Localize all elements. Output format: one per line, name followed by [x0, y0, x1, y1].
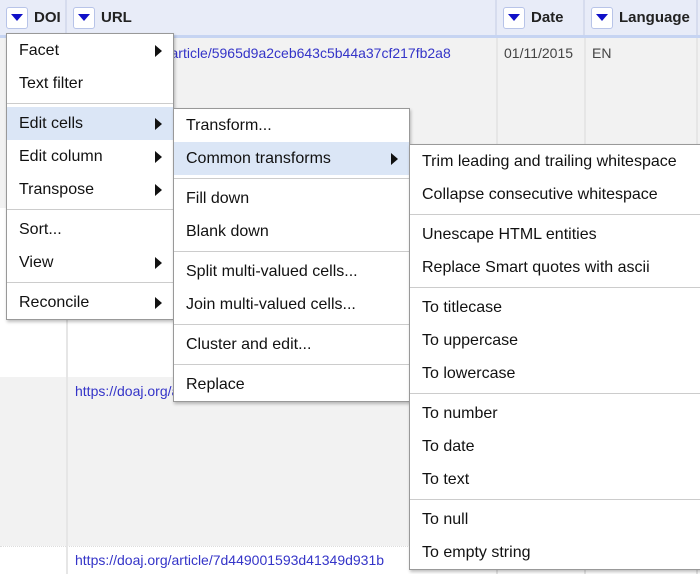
menu-item-label: To empty string — [422, 543, 531, 561]
menu-separator — [410, 214, 700, 215]
menu-item-label: To date — [422, 437, 475, 455]
menu-item-label: To uppercase — [422, 331, 519, 349]
menu-item-text-filter[interactable]: Text filter — [7, 67, 173, 100]
menu-item-edit-cells[interactable]: Edit cells — [7, 107, 173, 140]
column-header-url[interactable]: URL — [67, 0, 497, 35]
menu-item-label: Fill down — [186, 189, 250, 207]
menu-item-label: Unescape HTML entities — [422, 225, 597, 243]
menu-item-label: Replace — [186, 375, 245, 393]
menu-separator — [7, 209, 173, 210]
menu-item-label: Cluster and edit... — [186, 335, 312, 353]
menu-item-unescape-html-entities[interactable]: Unescape HTML entities — [410, 218, 700, 251]
menu-item-label: Facet — [19, 41, 60, 59]
menu-item-label: Reconcile — [19, 293, 90, 311]
menu-item-transform[interactable]: Transform... — [174, 109, 409, 142]
menu-item-to-number[interactable]: To number — [410, 397, 700, 430]
menu-separator — [174, 251, 409, 252]
menu-separator — [174, 178, 409, 179]
menu-item-label: Sort... — [19, 220, 62, 238]
column-header-language[interactable]: Language — [585, 0, 698, 35]
menu-separator — [7, 282, 173, 283]
menu-item-label: To null — [422, 510, 469, 528]
edit-cells-submenu: Transform... Common transforms Fill down Bl… — [173, 108, 410, 402]
submenu-arrow-icon — [155, 257, 162, 269]
menu-item-label: Common transforms — [186, 149, 331, 167]
submenu-arrow-icon — [155, 45, 162, 57]
date-cell: 01/11/2015 — [504, 45, 574, 61]
submenu-arrow-icon — [155, 184, 162, 196]
menu-item-collapse-consecutive-whitespace[interactable]: Collapse consecutive whitespace — [410, 178, 700, 211]
menu-item-edit-column[interactable]: Edit column — [7, 140, 173, 173]
menu-item-split-multi-valued-cells[interactable]: Split multi-valued cells... — [174, 255, 409, 288]
menu-item-label: To titlecase — [422, 298, 503, 316]
menu-item-label: Transform... — [186, 116, 272, 134]
menu-item-to-uppercase[interactable]: To uppercase — [410, 324, 700, 357]
menu-item-label: To number — [422, 404, 498, 422]
menu-item-label: Edit column — [19, 147, 103, 165]
menu-item-blank-down[interactable]: Blank down — [174, 215, 409, 248]
dropdown-arrow-icon[interactable] — [6, 6, 28, 29]
menu-item-label: Join multi-valued cells... — [186, 295, 356, 313]
submenu-arrow-icon — [391, 153, 398, 165]
dropdown-arrow-icon[interactable] — [73, 6, 95, 29]
menu-item-cluster-and-edit[interactable]: Cluster and edit... — [174, 328, 409, 361]
menu-item-label: Transpose — [19, 180, 94, 198]
url-cell[interactable]: https://doaj.org/article/ — [68, 378, 178, 404]
menu-item-sort[interactable]: Sort... — [7, 213, 173, 246]
menu-item-view[interactable]: View — [7, 246, 173, 279]
menu-separator — [410, 499, 700, 500]
menu-item-join-multi-valued-cells[interactable]: Join multi-valued cells... — [174, 288, 409, 321]
common-transforms-submenu: Trim leading and trailing whitespace Coll… — [409, 144, 700, 570]
menu-item-label: View — [19, 253, 54, 271]
menu-item-label: To text — [422, 470, 470, 488]
dropdown-arrow-icon[interactable] — [503, 6, 525, 29]
menu-separator — [410, 287, 700, 288]
menu-item-label: Blank down — [186, 222, 269, 240]
column-header-date[interactable]: Date — [497, 0, 585, 35]
menu-item-label: To lowercase — [422, 364, 516, 382]
menu-separator — [7, 103, 173, 104]
column-menu: Facet Text filter Edit cells Edit column Tra… — [6, 33, 174, 320]
menu-item-label: Trim leading and trailing whitespace — [422, 152, 677, 170]
menu-item-replace[interactable]: Replace — [174, 368, 409, 401]
menu-item-label: Edit cells — [19, 114, 84, 132]
submenu-arrow-icon — [155, 118, 162, 130]
menu-separator — [410, 393, 700, 394]
language-cell: EN — [592, 45, 612, 61]
menu-item-trim-leading-and-trailing-whitespace[interactable]: Trim leading and trailing whitespace — [410, 145, 700, 178]
menu-item-to-empty-string[interactable]: To empty string — [410, 536, 700, 569]
menu-item-fill-down[interactable]: Fill down — [174, 182, 409, 215]
menu-item-to-date[interactable]: To date — [410, 430, 700, 463]
column-label: Date — [531, 9, 564, 26]
submenu-arrow-icon — [155, 151, 162, 163]
menu-item-to-lowercase[interactable]: To lowercase — [410, 357, 700, 390]
menu-item-reconcile[interactable]: Reconcile — [7, 286, 173, 319]
menu-item-to-null[interactable]: To null — [410, 503, 700, 536]
column-label: Language — [619, 9, 690, 26]
menu-item-common-transforms[interactable]: Common transforms — [174, 142, 409, 175]
column-header-doi[interactable]: DOI — [0, 0, 67, 35]
submenu-arrow-icon — [155, 297, 162, 309]
menu-item-to-text[interactable]: To text — [410, 463, 700, 496]
column-label: URL — [101, 9, 132, 26]
menu-item-replace-smart-quotes-with-ascii[interactable]: Replace Smart quotes with ascii — [410, 251, 700, 284]
menu-item-label: Collapse consecutive whitespace — [422, 185, 658, 203]
menu-item-to-titlecase[interactable]: To titlecase — [410, 291, 700, 324]
column-label: DOI — [34, 9, 61, 26]
menu-separator — [174, 324, 409, 325]
menu-item-label: Replace Smart quotes with ascii — [422, 258, 650, 276]
menu-separator — [174, 364, 409, 365]
menu-item-label: Split multi-valued cells... — [186, 262, 358, 280]
menu-item-transpose[interactable]: Transpose — [7, 173, 173, 206]
dropdown-arrow-icon[interactable] — [591, 6, 613, 29]
menu-item-label: Text filter — [19, 74, 84, 92]
url-cell[interactable]: https://doaj.org/article/7d449001593d413… — [68, 547, 408, 573]
menu-item-facet[interactable]: Facet — [7, 34, 173, 67]
